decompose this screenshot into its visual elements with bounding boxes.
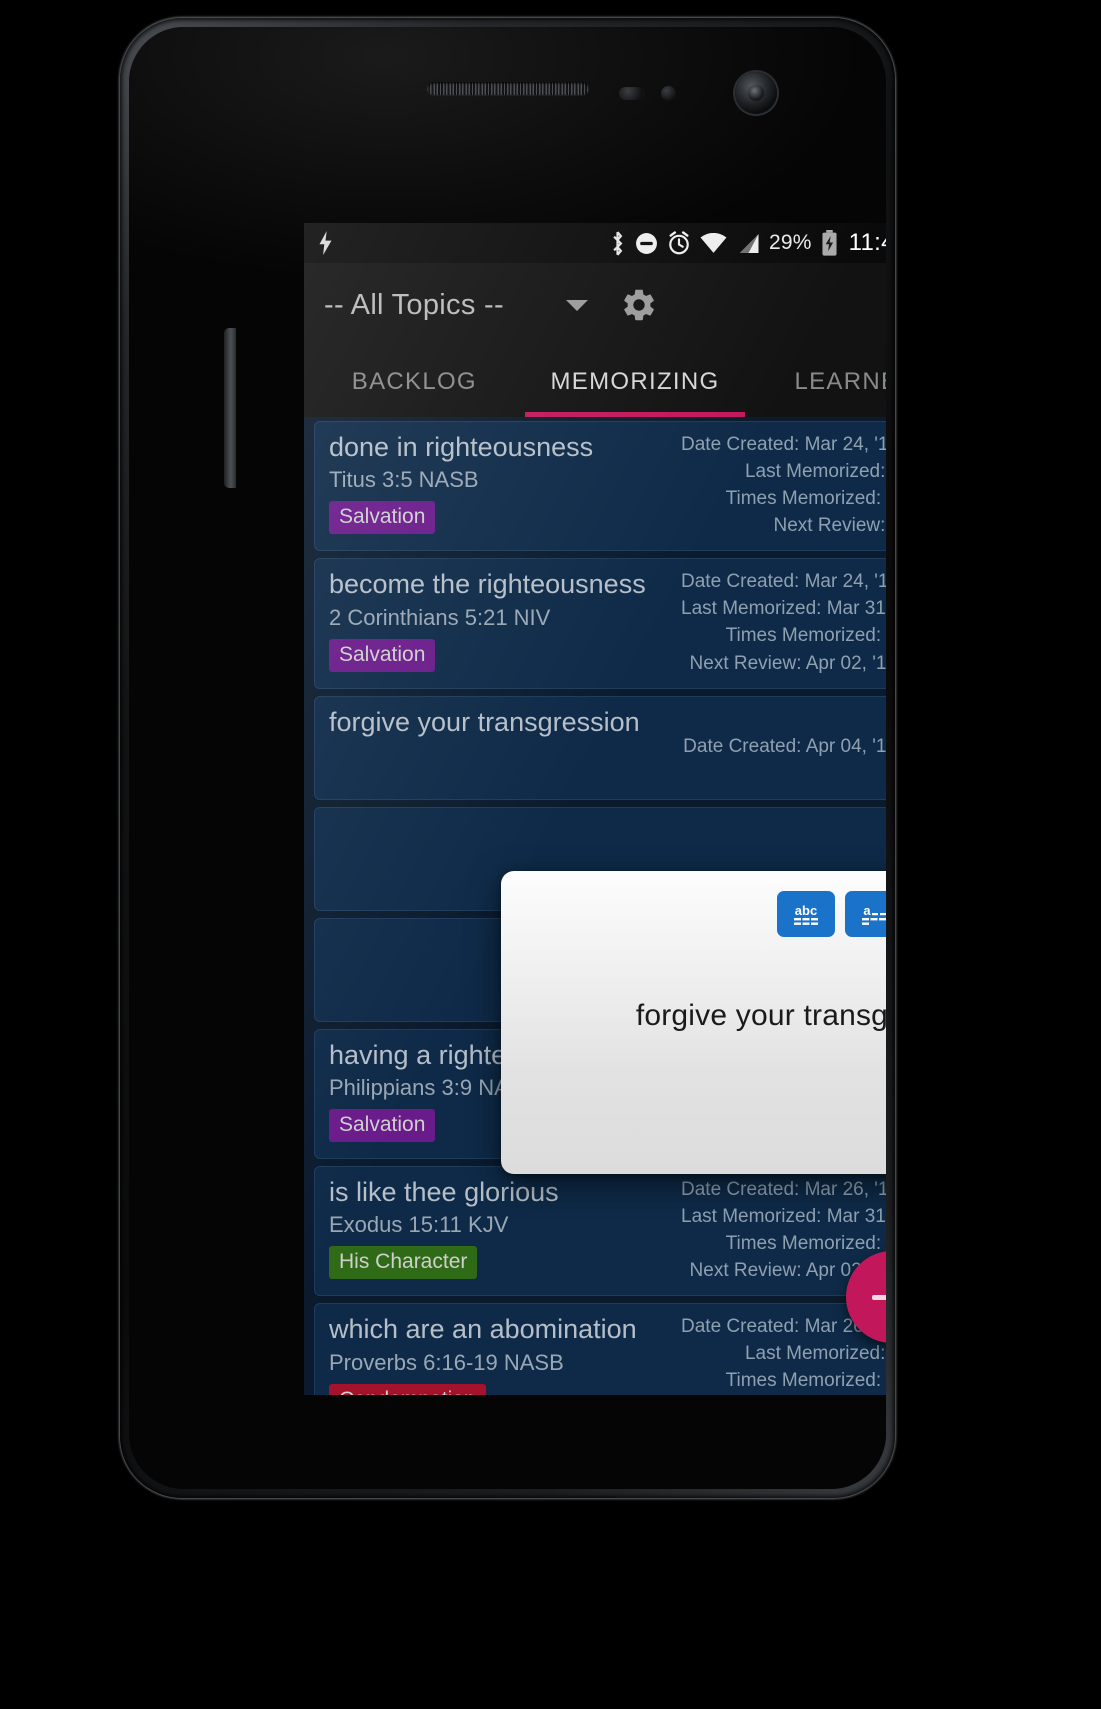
verse-reference: Proverbs 6:16-19 NASB (329, 1349, 564, 1375)
table-row[interactable]: become the righteousness 2 Corinthians 5… (314, 558, 886, 689)
tab-memorizing[interactable]: MEMORIZING (525, 347, 746, 417)
topic-filter-label: -- All Topics -- (324, 288, 504, 321)
a-blank-icon: a (862, 903, 886, 925)
times-memorized-label: Times Memorized: 1 (725, 625, 886, 647)
last-memorized-label: Last Memorized: Mar 31, '17 (681, 598, 886, 620)
front-camera-icon (735, 72, 777, 114)
do-not-disturb-icon (635, 232, 658, 255)
status-bar-left (318, 231, 609, 255)
verse-card-main: done in righteousness Titus 3:5 NASB Sal… (329, 432, 681, 538)
phone-screen: 29% 11:44 PM -- All Topics -- (304, 223, 886, 1395)
wifi-icon (700, 232, 727, 254)
last-memorized-label: Last Memorized: Mar 31, '17 (681, 1206, 886, 1228)
times-memorized-label: Times Memorized: 0 (725, 1370, 886, 1392)
gear-icon (624, 289, 654, 321)
verse-card-meta: Date Created: Mar 26, '17 Last Memorized… (681, 1314, 886, 1395)
abc-underline-button[interactable]: abc (777, 891, 835, 937)
bluetooth-icon (609, 230, 626, 256)
alarm-icon (667, 231, 691, 255)
verse-reference: Titus 3:5 NASB (329, 467, 479, 493)
status-badge: Salvation (329, 1108, 436, 1142)
verse-reference: Exodus 15:11 KJV (329, 1212, 509, 1238)
proximity-sensor-icon (619, 87, 645, 100)
status-bar-right: 29% 11:44 PM (609, 229, 886, 257)
verse-title: done in righteousness (329, 432, 594, 462)
svg-text:abc: abc (795, 903, 817, 918)
verse-card-main: which are an abomination Proverbs 6:16-1… (329, 1314, 681, 1395)
table-row[interactable]: forgive your transgression Date Created:… (314, 695, 886, 800)
table-row[interactable]: done in righteousness Titus 3:5 NASB Sal… (314, 421, 886, 552)
date-created-label: Date Created: Mar 24, '17 (681, 571, 886, 593)
verse-card-main: become the righteousness 2 Corinthians 5… (329, 569, 681, 675)
date-created-label: Date Created: Mar 26, '17 (681, 1178, 886, 1200)
times-memorized-label: Times Memorized: 0 (725, 488, 886, 510)
battery-charging-icon (821, 230, 838, 256)
plus-icon (872, 1294, 886, 1300)
a-blank-button[interactable]: a (845, 891, 886, 937)
floating-text-dialog[interactable]: abc a forgive your transg (501, 871, 886, 1174)
verse-title: become the righteousness (329, 569, 646, 600)
date-created-label: Date Created: Apr 04, '17 (683, 736, 886, 758)
verse-card-meta: Date Created: Mar 24, '17 Last Memorized… (681, 432, 886, 538)
tab-bar: BACKLOG MEMORIZING LEARNED (304, 347, 886, 417)
status-badge: Salvation (329, 638, 436, 672)
verse-card-main: is like thee glorious Exodus 15:11 KJV H… (329, 1177, 681, 1283)
clock-label: 11:44 PM (848, 229, 886, 256)
tab-backlog[interactable]: BACKLOG (304, 347, 525, 417)
chevron-down-icon (565, 299, 588, 311)
app-toolbar: -- All Topics -- (304, 263, 886, 347)
last-memorized-label: Last Memorized: - (744, 461, 886, 483)
svg-text:a: a (863, 903, 871, 918)
table-row[interactable]: which are an abomination Proverbs 6:16-1… (314, 1303, 886, 1395)
verse-card-meta: Date Created: Mar 24, '17 Last Memorized… (681, 569, 886, 675)
volume-button[interactable] (224, 328, 236, 488)
signal-icon (736, 233, 760, 254)
status-badge: Condemnation (329, 1383, 486, 1395)
abc-underline-icon: abc (794, 903, 818, 925)
last-memorized-label: Last Memorized: - (744, 1343, 886, 1365)
status-bar: 29% 11:44 PM (304, 223, 886, 263)
verse-title: is like thee glorious (329, 1176, 559, 1207)
tab-learned[interactable]: LEARNED (745, 347, 886, 417)
phone-body: 29% 11:44 PM -- All Topics -- (129, 27, 886, 1489)
status-badge: His Character (329, 1246, 478, 1280)
camera-lens-icon (748, 85, 764, 101)
verse-title: forgive your transgression (329, 706, 640, 737)
status-badge: Salvation (329, 501, 436, 535)
light-sensor-icon (661, 86, 676, 101)
topic-filter-dropdown[interactable]: -- All Topics -- (324, 289, 588, 322)
next-review-label: Next Review: Apr 02, '17 (689, 652, 886, 674)
dialog-toolbar: abc a (777, 891, 886, 937)
phone-frame: 29% 11:44 PM -- All Topics -- (120, 18, 895, 1498)
battery-percent-label: 29% (769, 231, 812, 254)
table-row[interactable]: is like thee glorious Exodus 15:11 KJV H… (314, 1165, 886, 1297)
date-created-label: Date Created: Mar 24, '17 (681, 434, 886, 455)
verse-card-meta: Date Created: Apr 04, '17 (681, 707, 886, 787)
dialog-verse-text: forgive your transgression (635, 999, 886, 1032)
verse-card-main: forgive your transgression (329, 707, 681, 787)
next-review-label: Next Review: - (773, 515, 886, 537)
times-memorized-label: Times Memorized: 1 (725, 1233, 886, 1255)
verse-reference: 2 Corinthians 5:21 NIV (329, 604, 551, 630)
settings-button[interactable] (620, 286, 658, 324)
verse-title: which are an abomination (329, 1314, 637, 1345)
bolt-icon (318, 231, 333, 255)
earpiece-speaker (426, 82, 589, 95)
